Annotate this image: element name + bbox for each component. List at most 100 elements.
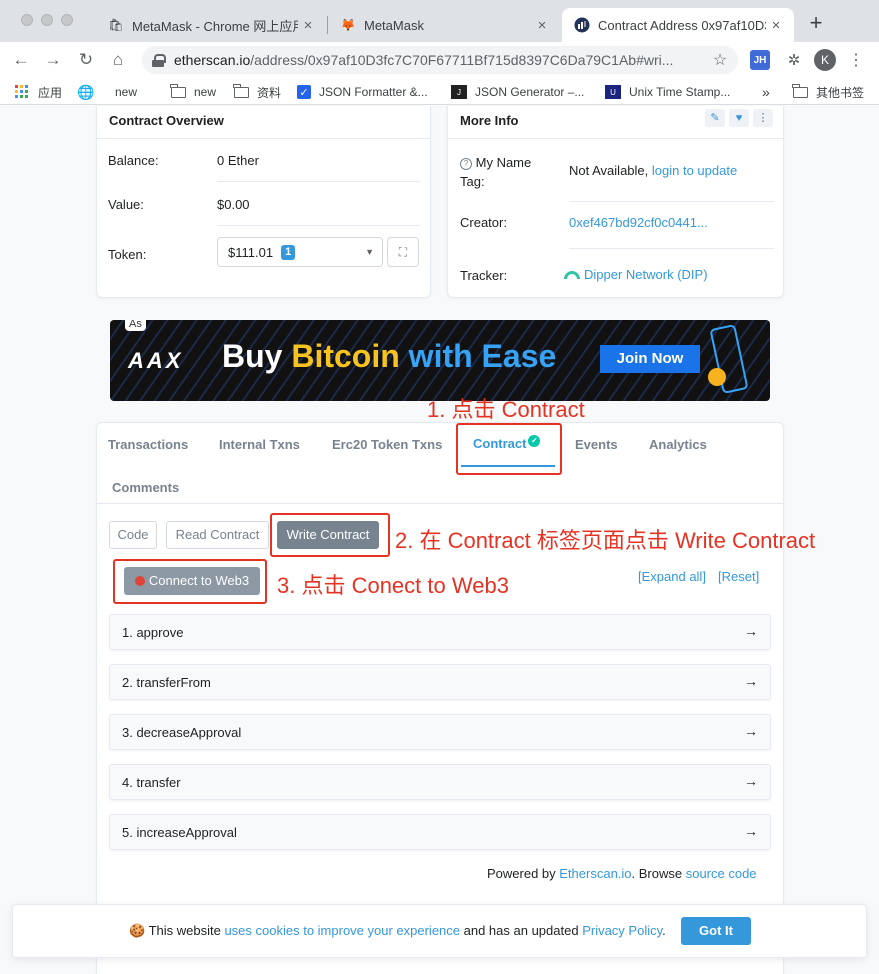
chevron-down-icon: ▼ [365, 247, 374, 257]
name-tag-value: Not Available, login to update [569, 163, 738, 178]
tab-events[interactable]: Events [575, 437, 618, 452]
more-options-icon[interactable]: ⋮ [753, 109, 773, 127]
heart-icon[interactable]: ♥ [729, 109, 749, 127]
bookmark-json-formatter[interactable]: ✓ JSON Formatter &... [297, 83, 428, 101]
bookmark-json-generator[interactable]: J JSON Generator –... [451, 83, 584, 101]
minimize-window-button[interactable] [41, 14, 53, 26]
metamask-fox-icon: 🦊 [340, 18, 356, 32]
bookmark-star-icon[interactable]: ☆ [708, 50, 732, 70]
login-to-update-link[interactable]: login to update [652, 163, 737, 178]
ad-headline: Buy Bitcoin with Ease [222, 338, 557, 374]
extensions-puzzle-icon[interactable]: ✲ [784, 50, 804, 70]
chrome-webstore-icon: 🛍 [108, 18, 124, 32]
reload-button[interactable]: ↻ [75, 49, 97, 71]
join-now-button[interactable]: Join Now [600, 345, 700, 373]
folder-icon [792, 83, 808, 99]
unix-time-icon: U [605, 85, 621, 99]
chrome-menu-icon[interactable]: ⋮ [848, 50, 864, 70]
lock-icon [152, 53, 166, 67]
function-row-transferfrom[interactable]: 2. transferFrom → [109, 664, 771, 700]
forward-button[interactable]: → [42, 49, 64, 71]
back-button[interactable]: ← [10, 49, 32, 71]
token-label: Token: [108, 247, 147, 262]
powered-by-footer: Powered by Etherscan.io. Browse source c… [487, 866, 757, 881]
bookmark-other[interactable]: 其他书签 [792, 83, 864, 101]
arrow-right-icon: → [744, 823, 758, 839]
balance-value: 0 Ether [217, 153, 259, 168]
browser-tab-etherscan[interactable]: Contract Address 0x97af10D3fc7C × [562, 8, 794, 42]
reset-link[interactable]: [Reset] [718, 569, 759, 584]
close-tab-icon[interactable]: × [298, 17, 318, 34]
creator-address-link[interactable]: 0xef467bd92cf0c0441... [569, 215, 708, 230]
value-value: $0.00 [217, 197, 250, 212]
aax-logo: AAX [128, 348, 184, 373]
cookies-policy-link[interactable]: uses cookies to improve your experience [224, 923, 460, 938]
close-tab-icon[interactable]: × [532, 17, 552, 34]
bookmark-unix-time[interactable]: U Unix Time Stamp... [605, 83, 730, 101]
token-count-badge: 1 [281, 244, 296, 260]
cookie-consent-bar: 🍪 This website uses cookies to improve y… [12, 904, 867, 958]
function-row-approve[interactable]: 1. approve → [109, 614, 771, 650]
bookmarks-overflow[interactable]: » [762, 83, 770, 101]
tab-transactions[interactable]: Transactions [108, 437, 188, 452]
more-info-card: More Info ✎ ♥ ⋮ ? My Name Tag: Not Avail… [447, 106, 784, 298]
browser-tab-metamask[interactable]: 🦊 MetaMask × [328, 8, 560, 42]
json-generator-icon: J [451, 85, 467, 99]
contract-overview-card: Contract Overview Balance: 0 Ether Value… [96, 106, 431, 298]
arrow-right-icon: → [744, 673, 758, 689]
apps-grid-icon [14, 85, 30, 99]
arrow-right-icon: → [744, 623, 758, 639]
url-text[interactable]: etherscan.io/address/0x97af10D3fc7C70F67… [174, 52, 708, 68]
function-row-transfer[interactable]: 4. transfer → [109, 764, 771, 800]
function-row-increaseapproval[interactable]: 5. increaseApproval → [109, 814, 771, 850]
jh-extension-icon[interactable]: JH [750, 50, 770, 70]
more-info-actions: ✎ ♥ ⋮ [705, 109, 773, 127]
bookmark-folder-ziliao[interactable]: 资料 [233, 83, 281, 101]
profile-avatar[interactable]: K [814, 49, 836, 71]
checkbox-icon: ✓ [297, 85, 311, 99]
source-code-link[interactable]: source code [686, 866, 757, 881]
code-button[interactable]: Code [109, 521, 157, 549]
balance-label: Balance: [108, 153, 159, 168]
divider [217, 181, 420, 182]
new-tab-button[interactable]: + [804, 12, 828, 36]
value-label: Value: [108, 197, 144, 212]
tab-comments[interactable]: Comments [112, 480, 179, 495]
privacy-policy-link[interactable]: Privacy Policy [582, 923, 662, 938]
bookmark-apps[interactable]: 应用 [14, 83, 62, 101]
zoom-window-button[interactable] [61, 14, 73, 26]
address-bar[interactable]: etherscan.io/address/0x97af10D3fc7C70F67… [142, 46, 738, 74]
expand-all-link[interactable]: [Expand all] [638, 569, 706, 584]
tab-analytics[interactable]: Analytics [649, 437, 707, 452]
close-tab-icon[interactable]: × [766, 17, 786, 34]
tab-erc20-token-txns[interactable]: Erc20 Token Txns [332, 437, 442, 452]
contract-card: Transactions Internal Txns Erc20 Token T… [96, 422, 784, 974]
tracker-link[interactable]: Dipper Network (DIP) [564, 267, 708, 282]
ad-banner[interactable]: As AAX Buy Bitcoin with Ease Join Now [110, 320, 770, 401]
cookie-message: 🍪 This website uses cookies to improve y… [129, 923, 666, 938]
got-it-button[interactable]: Got It [681, 917, 751, 945]
read-contract-button[interactable]: Read Contract [166, 521, 269, 549]
bookmarks-bar: 应用 🌐 new new 资料 ✓ JSON Formatter &... J … [0, 78, 879, 105]
annotation-box-connect [113, 559, 267, 604]
bookmark-folder-new[interactable]: new [170, 83, 216, 101]
browser-toolbar: ← → ↻ ⌂ etherscan.io/address/0x97af10D3f… [0, 42, 879, 78]
annotation-step-3: 3. 点击 Conect to Web3 [277, 573, 509, 598]
bookmark-new-1[interactable]: new [115, 83, 137, 101]
name-tag-label: ? My Name Tag: [460, 155, 532, 189]
magic-wand-icon[interactable]: ✎ [705, 109, 725, 127]
annotation-box-contract-tab [456, 423, 562, 475]
expand-icon[interactable]: ⛶ [387, 237, 419, 267]
tracker-label: Tracker: [460, 268, 508, 283]
bookmark-globe[interactable]: 🌐 [77, 83, 102, 101]
question-icon: ? [460, 158, 472, 170]
home-button[interactable]: ⌂ [107, 49, 129, 71]
function-row-decreaseapproval[interactable]: 3. decreaseApproval → [109, 714, 771, 750]
contract-overview-title: Contract Overview [97, 106, 430, 139]
browser-tab-webstore[interactable]: 🛍 MetaMask - Chrome 网上应用店 × [96, 8, 326, 42]
tab-internal-txns[interactable]: Internal Txns [219, 437, 300, 452]
close-window-button[interactable] [21, 14, 33, 26]
etherscan-link[interactable]: Etherscan.io [559, 866, 631, 881]
token-dropdown[interactable]: $111.01 1 ▼ [217, 237, 383, 267]
divider [569, 201, 774, 202]
